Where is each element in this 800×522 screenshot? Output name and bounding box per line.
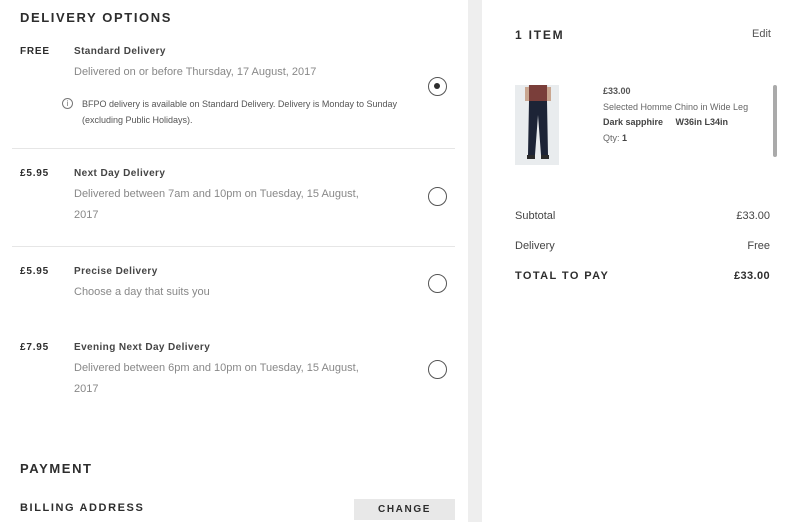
product-price: £33.00 [603, 86, 631, 96]
edit-bag-link[interactable]: Edit [752, 28, 771, 40]
product-details: £33.00 Selected Homme Chino in Wide Leg … [603, 84, 748, 146]
total-label: TOTAL TO PAY [515, 270, 610, 282]
product-colour: Dark sapphire [603, 117, 664, 127]
subtotal-label: Subtotal [515, 210, 556, 222]
item-list-scrollbar[interactable] [773, 85, 777, 157]
divider [12, 246, 455, 247]
divider [12, 148, 455, 149]
precise-delivery-radio[interactable] [428, 274, 447, 293]
option-price: £5.95 [20, 168, 50, 179]
bag-summary-panel: 1 ITEM Edit £33.00 Selected Homme Chino … [482, 0, 800, 522]
delivery-cost-row: Delivery Free [515, 240, 770, 252]
quantity-value: 1 [622, 132, 628, 143]
delivery-options-heading: DELIVERY OPTIONS [20, 10, 173, 25]
delivery-option-precise[interactable]: £5.95 Precise Delivery Choose a day that… [12, 266, 455, 306]
subtotal-value: £33.00 [736, 210, 770, 222]
option-description: Choose a day that suits you [74, 286, 210, 298]
billing-address-heading: BILLING ADDRESS [20, 502, 145, 514]
delivery-option-next-day[interactable]: £5.95 Next Day Delivery Delivered betwee… [12, 168, 455, 228]
quantity-label: Qty: [603, 132, 620, 143]
option-price: FREE [20, 46, 50, 57]
option-name: Standard Delivery [74, 46, 166, 57]
product-thumbnail[interactable] [515, 85, 559, 165]
bfpo-info-note: i BFPO delivery is available on Standard… [62, 96, 402, 128]
product-name: Selected Homme Chino in Wide Leg [603, 101, 749, 112]
option-description: Delivered between 7am and 10pm on Tuesda… [74, 188, 359, 221]
delivery-cost-value: Free [747, 240, 770, 252]
bfpo-info-text: BFPO delivery is available on Standard D… [82, 99, 397, 125]
checkout-main-panel: DELIVERY OPTIONS FREE Standard Delivery … [0, 0, 468, 522]
option-name: Next Day Delivery [74, 168, 166, 179]
evening-delivery-radio[interactable] [428, 360, 447, 379]
standard-delivery-radio[interactable] [428, 77, 447, 96]
delivery-cost-label: Delivery [515, 240, 555, 252]
change-billing-address-button[interactable]: CHANGE [354, 499, 455, 520]
option-name: Precise Delivery [74, 266, 158, 277]
total-value: £33.00 [733, 270, 770, 282]
option-price: £5.95 [20, 266, 50, 277]
option-description: Delivered between 6pm and 10pm on Tuesda… [74, 362, 359, 395]
option-price: £7.95 [20, 342, 50, 353]
chino-model-image [515, 85, 559, 165]
subtotal-row: Subtotal £33.00 [515, 210, 770, 222]
total-row: TOTAL TO PAY £33.00 [515, 270, 770, 282]
payment-heading: PAYMENT [20, 461, 93, 476]
delivery-option-evening[interactable]: £7.95 Evening Next Day Delivery Delivere… [12, 342, 455, 402]
option-name: Evening Next Day Delivery [74, 342, 211, 353]
product-size: W36in L34in [675, 117, 729, 127]
next-day-delivery-radio[interactable] [428, 187, 447, 206]
info-icon: i [62, 98, 73, 109]
option-description: Delivered on or before Thursday, 17 Augu… [74, 66, 317, 78]
item-count-heading: 1 ITEM [515, 28, 565, 42]
